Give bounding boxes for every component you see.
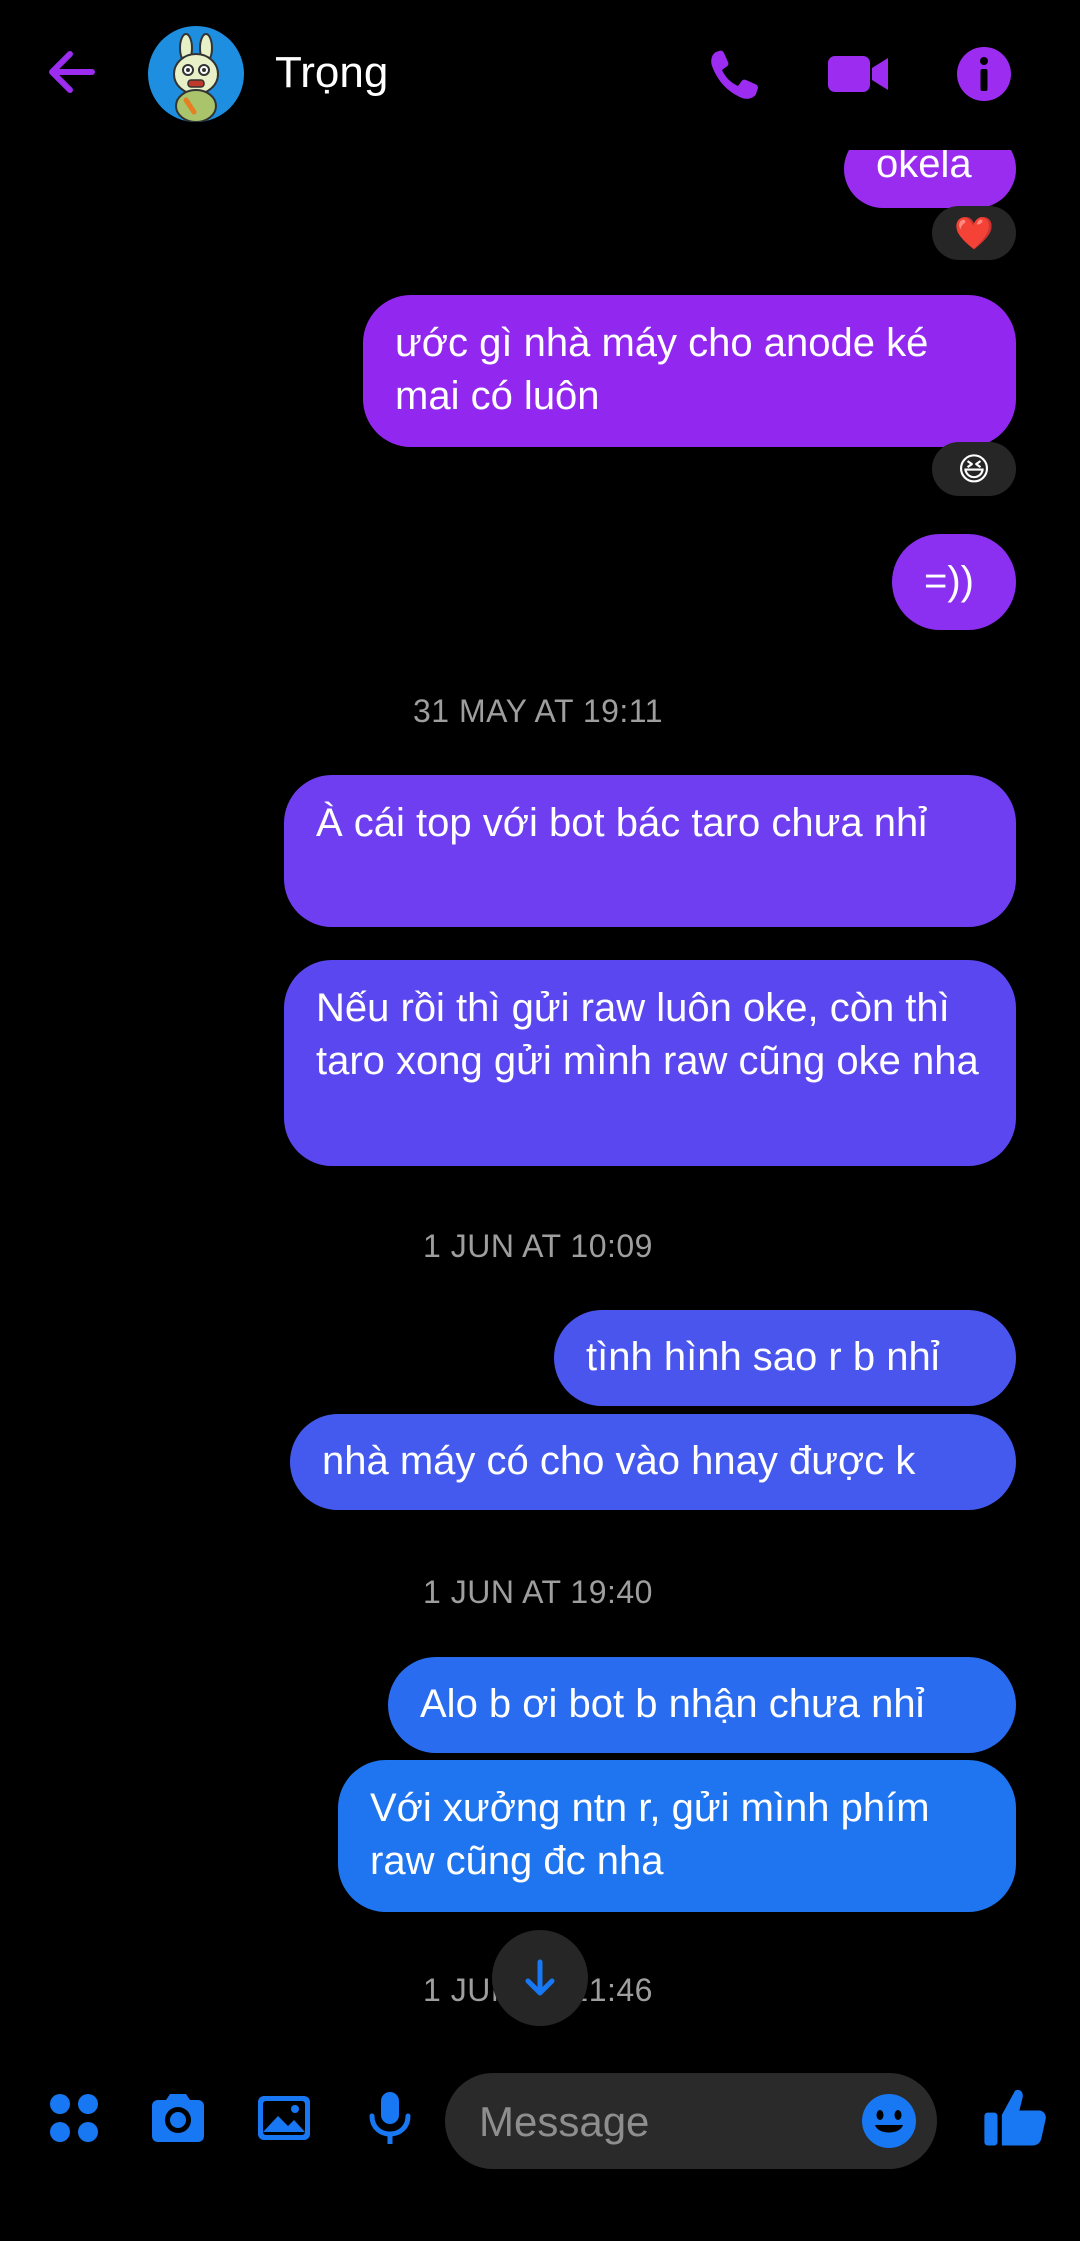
avatar[interactable] (148, 26, 244, 122)
message-bubble[interactable]: Nếu rồi thì gửi raw luôn oke, còn thì ta… (284, 960, 1016, 1166)
phone-icon[interactable] (702, 42, 766, 106)
message-bubble[interactable]: Với xưởng ntn r, gửi mình phím raw cũng … (338, 1760, 1016, 1912)
video-camera-icon[interactable] (826, 42, 890, 106)
scroll-to-bottom-button[interactable] (492, 1930, 588, 2026)
smiley-icon[interactable] (859, 2091, 919, 2151)
contact-name[interactable]: Trọng (275, 48, 388, 98)
camera-icon[interactable] (146, 2086, 210, 2150)
reaction-heart[interactable]: ❤️ (932, 206, 1016, 260)
message-input-container[interactable] (445, 2073, 937, 2171)
reaction-laugh[interactable]: 😆 (932, 442, 1016, 496)
message-bubble[interactable]: =)) (892, 534, 1016, 630)
arrow-down-icon (525, 1959, 555, 1996)
message-bubble[interactable]: ước gì nhà máy cho anode ké mai có luôn (363, 295, 1016, 447)
apps-grid-icon[interactable] (42, 2086, 106, 2150)
thumbs-up-icon[interactable] (980, 2082, 1050, 2152)
microphone-icon[interactable] (358, 2086, 422, 2150)
message-list[interactable]: okela ❤️ ước gì nhà máy cho anode ké mai… (0, 130, 1080, 2030)
timestamp: 1 JUN AT 10:09 (423, 1228, 653, 1264)
timestamp: 1 JUN AT 19:40 (423, 1574, 653, 1610)
image-icon[interactable] (252, 2086, 316, 2150)
message-bubble[interactable]: nhà máy có cho vào hnay được k (290, 1414, 1016, 1510)
message-bubble[interactable]: Alo b ơi bot b nhận chưa nhỉ (388, 1657, 1016, 1753)
message-bubble[interactable]: À cái top với bot bác taro chưa nhỉ (284, 775, 1016, 927)
message-composer (0, 2060, 1080, 2180)
message-bubble[interactable]: tình hình sao r b nhỉ (554, 1310, 1016, 1406)
timestamp: 31 MAY AT 19:11 (412, 693, 664, 729)
conversation-header: Trọng (0, 0, 1080, 150)
info-icon[interactable] (952, 42, 1016, 106)
message-input[interactable] (477, 2073, 841, 2171)
bunny-avatar-icon (173, 33, 219, 122)
arrow-left-icon[interactable] (40, 40, 104, 104)
